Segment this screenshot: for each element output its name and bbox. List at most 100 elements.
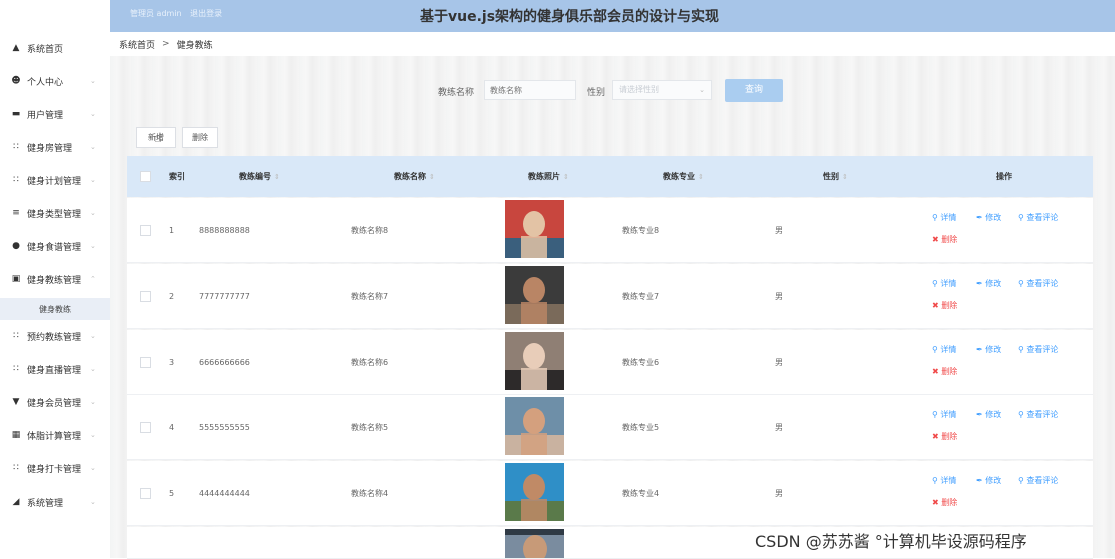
row-checkbox[interactable] <box>140 330 151 394</box>
coach-code: 5555555555 <box>199 422 250 432</box>
detail-label: 详情 <box>940 213 957 222</box>
delete-row-button[interactable]: ✖ 删除 <box>932 300 957 311</box>
header-code[interactable]: 教练编号 ⇕ <box>239 156 280 197</box>
detail-button[interactable]: ⚲ 详情 <box>932 344 956 355</box>
detail-button[interactable]: ⚲ 详情 <box>932 475 956 486</box>
coach-specialty: 教练专业6 <box>622 357 660 367</box>
sidebar-item-booking-management[interactable]: ∷ 预约教练管理 ⌄ <box>0 322 110 350</box>
edit-icon: ✒ <box>976 345 986 354</box>
coach-code: 6666666666 <box>199 357 250 367</box>
sidebar-item-type-management[interactable]: ≡ 健身类型管理 ⌄ <box>0 199 110 227</box>
row-checkbox[interactable] <box>140 198 151 262</box>
view-comments-button[interactable]: ⚲ 查看评论 <box>1018 475 1058 486</box>
row-checkbox[interactable] <box>140 461 151 525</box>
coach-photo <box>505 529 564 558</box>
coach-specialty: 教练专业5 <box>622 422 660 432</box>
edit-button[interactable]: ✒ 修改 <box>976 212 1001 223</box>
edit-button[interactable]: ✒ 修改 <box>976 475 1001 486</box>
delete-button[interactable]: 删除 <box>182 127 218 148</box>
coach-name-input[interactable] <box>484 80 576 100</box>
chart-icon: ◢ <box>12 497 20 507</box>
coach-photo-image <box>505 200 564 258</box>
coach-photo <box>505 200 564 258</box>
logout-link[interactable]: 退出登录 <box>190 9 222 18</box>
coach-code: 8888888888 <box>199 225 250 235</box>
edit-button[interactable]: ✒ 修改 <box>976 278 1001 289</box>
delete-row-button[interactable]: ✖ 删除 <box>932 431 957 442</box>
coach-gender: 男 <box>775 225 783 235</box>
sidebar-item-personal-center[interactable]: ☻ 个人中心 ⌄ <box>0 67 110 95</box>
sidebar-item-label: 健身房管理 <box>27 143 73 154</box>
coach-photo <box>505 266 564 324</box>
sidebar-item-gym-management[interactable]: ∷ 健身房管理 ⌄ <box>0 133 110 161</box>
sidebar-subitem-coach[interactable]: 健身教练 <box>0 298 110 320</box>
sidebar-item-label: 用户管理 <box>27 110 64 121</box>
coach-photo-image <box>505 332 564 390</box>
detail-label: 详情 <box>940 345 957 354</box>
sidebar-item-plan-management[interactable]: ∷ 健身计划管理 ⌄ <box>0 166 110 194</box>
gender-select[interactable]: 请选择性别 ⌄ <box>612 80 712 100</box>
delete-row-button[interactable]: ✖ 删除 <box>932 366 957 377</box>
coach-gender: 男 <box>775 357 783 367</box>
breadcrumb-home[interactable]: 系统首页 <box>119 38 155 51</box>
header-specialty-label: 教练专业 <box>663 172 695 181</box>
select-all-checkbox[interactable] <box>140 156 151 197</box>
header-name[interactable]: 教练名称 ⇕ <box>394 156 435 197</box>
header-index: 索引 <box>169 171 185 181</box>
detail-button[interactable]: ⚲ 详情 <box>932 212 956 223</box>
delete-label: 删除 <box>941 301 958 310</box>
folder-icon: ▣ <box>11 274 21 284</box>
row-checkbox[interactable] <box>140 264 151 328</box>
sidebar: ▲ 系统首页 ☻ 个人中心 ⌄ ▬ 用户管理 ⌄ ∷ 健身房管理 ⌄ ∷ 健身计… <box>0 0 111 558</box>
chevron-down-icon: ⌄ <box>90 365 96 373</box>
row-index: 2 <box>169 291 175 301</box>
header-specialty[interactable]: 教练专业 ⇕ <box>663 156 704 197</box>
sidebar-item-label: 健身教练管理 <box>27 275 82 286</box>
home-icon: ▲ <box>12 43 20 53</box>
list-icon: ≡ <box>12 208 20 218</box>
coach-gender: 男 <box>775 291 783 301</box>
top-header: 管理员 admin 退出登录 基于vue.js架构的健身俱乐部会员的设计与实现 <box>110 0 1115 32</box>
chevron-down-icon: ⌄ <box>90 498 96 506</box>
edit-icon: ✒ <box>976 476 986 485</box>
sidebar-item-label: 健身类型管理 <box>27 209 82 220</box>
header-gender[interactable]: 性别 ⇕ <box>823 156 848 197</box>
sidebar-item-recipe-management[interactable]: ● 健身食谱管理 ⌄ <box>0 232 110 260</box>
sidebar-item-coach-management[interactable]: ▣ 健身教练管理 ⌃ <box>0 265 110 293</box>
view-comments-button[interactable]: ⚲ 查看评论 <box>1018 278 1058 289</box>
edit-button[interactable]: ✒ 修改 <box>976 409 1001 420</box>
sidebar-item-bodyfat-management[interactable]: ▦ 体脂计算管理 ⌄ <box>0 421 110 449</box>
sort-icon: ⇕ <box>274 172 280 181</box>
view-comments-button[interactable]: ⚲ 查看评论 <box>1018 409 1058 420</box>
comments-label: 查看评论 <box>1026 476 1059 485</box>
chevron-down-icon: ⌄ <box>90 176 96 184</box>
edit-label: 修改 <box>985 410 1002 419</box>
sidebar-item-live-management[interactable]: ∷ 健身直播管理 ⌄ <box>0 355 110 383</box>
edit-button[interactable]: ✒ 修改 <box>976 344 1001 355</box>
query-button[interactable]: 查询 <box>725 79 783 102</box>
breadcrumb: 系统首页 > 健身教练 <box>110 32 1115 56</box>
row-checkbox[interactable] <box>140 395 151 459</box>
sidebar-item-system-management[interactable]: ◢ 系统管理 ⌄ <box>0 488 110 516</box>
delete-row-button[interactable]: ✖ 删除 <box>932 497 957 508</box>
detail-button[interactable]: ⚲ 详情 <box>932 409 956 420</box>
detail-button[interactable]: ⚲ 详情 <box>932 278 956 289</box>
sidebar-item-member-management[interactable]: ▼ 健身会员管理 ⌄ <box>0 388 110 416</box>
view-comments-button[interactable]: ⚲ 查看评论 <box>1018 344 1058 355</box>
header-photo[interactable]: 教练照片 ⇕ <box>528 156 569 197</box>
sidebar-item-user-management[interactable]: ▬ 用户管理 ⌄ <box>0 100 110 128</box>
detail-label: 详情 <box>940 476 957 485</box>
close-icon: ✖ <box>932 367 942 376</box>
edit-label: 修改 <box>985 345 1002 354</box>
header-name-label: 教练名称 <box>394 172 426 181</box>
sidebar-item-checkin-management[interactable]: ∷ 健身打卡管理 ⌄ <box>0 454 110 482</box>
medal-icon: ▼ <box>12 397 20 407</box>
delete-row-button[interactable]: ✖ 删除 <box>932 234 957 245</box>
view-comments-button[interactable]: ⚲ 查看评论 <box>1018 212 1058 223</box>
edit-icon: ✒ <box>976 410 986 419</box>
sort-icon: ⇕ <box>698 172 704 181</box>
sidebar-item-home[interactable]: ▲ 系统首页 <box>0 34 110 62</box>
table-row: 3 6666666666 教练名称6 教练专业6 男 ⚲ 详情 ✒ 修改 ⚲ 查… <box>127 330 1093 395</box>
chevron-down-icon: ⌄ <box>90 143 96 151</box>
coach-name: 教练名称6 <box>351 357 389 367</box>
